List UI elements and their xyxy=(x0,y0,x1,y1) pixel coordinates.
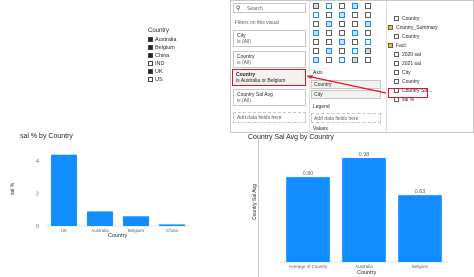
x-tick-label: Australia xyxy=(355,264,373,269)
x-tick-label: Belgium xyxy=(412,264,429,269)
right-chart-svg: 0.80 Average of Country 0.98 Australia 0.63 B… xyxy=(280,152,448,269)
data-label: 0.63 xyxy=(415,189,426,195)
data-label: 0.98 xyxy=(359,152,370,158)
bar[interactable] xyxy=(286,177,330,262)
bar[interactable] xyxy=(342,158,386,262)
x-tick-label: Average of Country xyxy=(289,264,328,269)
data-label: 0.80 xyxy=(303,171,314,177)
bar[interactable] xyxy=(398,195,442,262)
visual-border xyxy=(258,140,259,277)
